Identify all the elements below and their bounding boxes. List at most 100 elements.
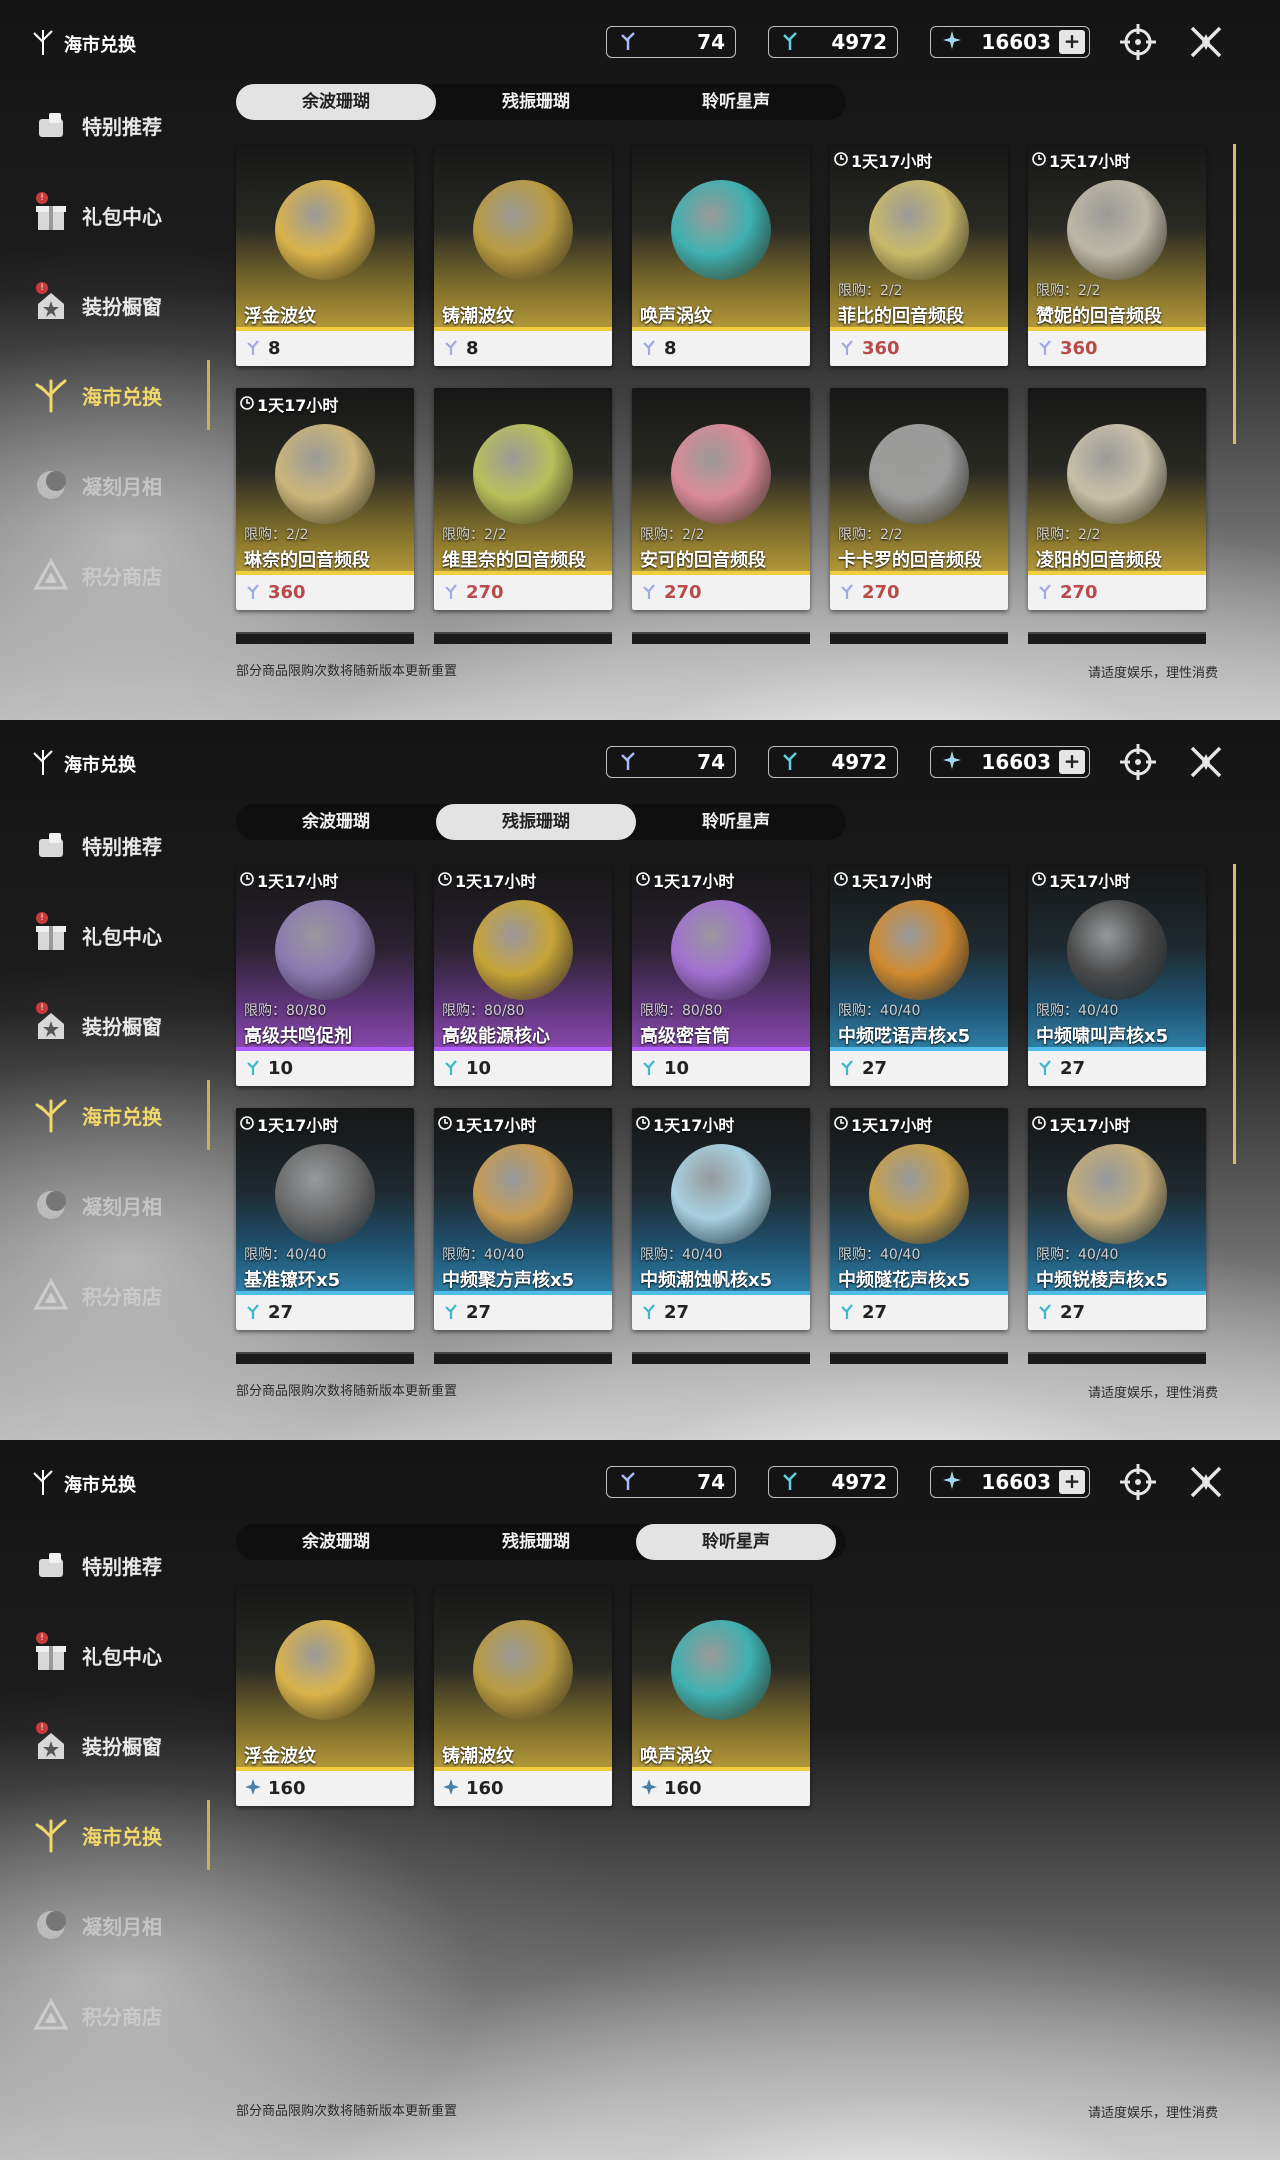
coral-icon <box>640 582 658 604</box>
currency-star-sound[interactable]: 16603 + <box>930 26 1090 58</box>
close-icon[interactable] <box>1186 742 1226 782</box>
item-name: 赞妮的回音频段 <box>1036 306 1162 327</box>
add-currency-button[interactable]: + <box>1059 1470 1085 1494</box>
shop-item-card[interactable]: 1天17小时 限购：40/40 基准镣环x5 27 <box>236 1108 414 1330</box>
next-row-card[interactable] <box>434 1352 612 1364</box>
shop-item-card[interactable]: 1天17小时 限购：40/40 中频聚方声核x5 27 <box>434 1108 612 1330</box>
shop-item-card[interactable]: 1天17小时 限购：2/2 赞妮的回音频段 360 <box>1028 144 1206 366</box>
shop-item-card[interactable]: 铸潮波纹 8 <box>434 144 612 366</box>
next-row-card[interactable] <box>1028 1352 1206 1364</box>
price-bar: 8 <box>434 331 612 366</box>
add-currency-button[interactable]: + <box>1059 750 1085 774</box>
sidebar-item-market-exchange[interactable]: 海市兑换 <box>0 1070 210 1160</box>
shop-item-card[interactable]: 1天17小时 限购：40/40 中频呓语声核x5 27 <box>830 864 1008 1086</box>
timer-text: 1天17小时 <box>1049 1116 1131 1135</box>
currency-amount: 4972 <box>831 1470 887 1494</box>
shop-item-card[interactable]: 限购：2/2 凌阳的回音频段 270 <box>1028 388 1206 610</box>
shop-item-card[interactable]: 1天17小时 限购：2/2 菲比的回音频段 360 <box>830 144 1008 366</box>
currency-afterglow-coral[interactable]: 74 <box>606 26 736 58</box>
sidebar-item-outfit[interactable]: ! 装扮橱窗 <box>0 260 210 350</box>
price-bar: 360 <box>830 331 1008 366</box>
sidebar-item-special[interactable]: 特别推荐 <box>0 800 210 890</box>
price-bar: 27 <box>434 1295 612 1330</box>
next-row-card[interactable] <box>434 632 612 644</box>
shop-item-card[interactable]: 限购：2/2 维里奈的回音频段 270 <box>434 388 612 610</box>
target-compass-icon[interactable] <box>1118 22 1158 62</box>
sidebar-item-gift-center[interactable]: ! 礼包中心 <box>0 1610 210 1700</box>
tab-star-sound[interactable]: 聆听星声 <box>636 804 836 840</box>
sidebar-item-gift-center[interactable]: ! 礼包中心 <box>0 890 210 980</box>
timer-text: 1天17小时 <box>257 1116 339 1135</box>
shop-item-card[interactable]: 铸潮波纹 160 <box>434 1584 612 1806</box>
tab-oscillated-coral[interactable]: 残振珊瑚 <box>436 84 636 120</box>
sidebar-item-special[interactable]: 特别推荐 <box>0 80 210 170</box>
item-image <box>671 1620 771 1720</box>
next-row-card[interactable] <box>632 1352 810 1364</box>
shop-item-card[interactable]: 1天17小时 限购：80/80 高级共鸣促剂 10 <box>236 864 414 1086</box>
item-price: 10 <box>466 1058 492 1079</box>
tab-star-sound[interactable]: 聆听星声 <box>636 84 836 120</box>
tab-afterglow-coral[interactable]: 余波珊瑚 <box>236 1524 436 1560</box>
tab-oscillated-coral[interactable]: 残振珊瑚 <box>436 1524 636 1560</box>
shop-item-card[interactable]: 限购：2/2 安可的回音频段 270 <box>632 388 810 610</box>
add-currency-button[interactable]: + <box>1059 30 1085 54</box>
next-row-card[interactable] <box>830 1352 1008 1364</box>
next-row-card[interactable] <box>1028 632 1206 644</box>
clock-icon <box>240 1115 254 1134</box>
currency-oscillated-coral[interactable]: 4972 <box>768 26 898 58</box>
price-bar: 160 <box>236 1771 414 1806</box>
sidebar-item-moon-phase[interactable]: 凝刻月相 <box>0 1880 210 1970</box>
gift-hand-icon <box>30 824 72 866</box>
currency-afterglow-coral[interactable]: 74 <box>606 746 736 778</box>
shop-item-card[interactable]: 1天17小时 限购：2/2 琳奈的回音频段 360 <box>236 388 414 610</box>
target-compass-icon[interactable] <box>1118 1462 1158 1502</box>
sidebar-item-moon-phase[interactable]: 凝刻月相 <box>0 440 210 530</box>
item-price: 8 <box>664 338 677 359</box>
sidebar-item-outfit[interactable]: ! 装扮橱窗 <box>0 1700 210 1790</box>
currency-oscillated-coral[interactable]: 4972 <box>768 1466 898 1498</box>
tab-afterglow-coral[interactable]: 余波珊瑚 <box>236 804 436 840</box>
sidebar-item-gift-center[interactable]: ! 礼包中心 <box>0 170 210 260</box>
target-compass-icon[interactable] <box>1118 742 1158 782</box>
sidebar-item-points-shop[interactable]: 积分商店 <box>0 1250 210 1340</box>
price-bar: 160 <box>632 1771 810 1806</box>
sidebar-item-moon-phase[interactable]: 凝刻月相 <box>0 1160 210 1250</box>
currency-star-sound[interactable]: 16603 + <box>930 746 1090 778</box>
coral-icon <box>838 582 856 604</box>
currency-afterglow-coral[interactable]: 74 <box>606 1466 736 1498</box>
shop-item-card[interactable]: 1天17小时 限购：40/40 中频隧花声核x5 27 <box>830 1108 1008 1330</box>
shop-item-card[interactable]: 浮金波纹 8 <box>236 144 414 366</box>
time-remaining: 1天17小时 <box>636 1112 734 1136</box>
shop-item-card[interactable]: 唤声涡纹 8 <box>632 144 810 366</box>
tab-afterglow-coral[interactable]: 余波珊瑚 <box>236 84 436 120</box>
currency-star-sound[interactable]: 16603 + <box>930 1466 1090 1498</box>
tab-oscillated-coral[interactable]: 残振珊瑚 <box>436 804 636 840</box>
sidebar-item-label: 礼包中心 <box>82 1644 162 1669</box>
tab-star-sound[interactable]: 聆听星声 <box>636 1524 836 1560</box>
sidebar-item-special[interactable]: 特别推荐 <box>0 1520 210 1610</box>
shop-item-card[interactable]: 1天17小时 限购：80/80 高级密音筒 10 <box>632 864 810 1086</box>
sidebar-item-market-exchange[interactable]: 海市兑换 <box>0 1790 210 1880</box>
close-icon[interactable] <box>1186 1462 1226 1502</box>
item-image <box>1067 900 1167 1000</box>
shop-item-card[interactable]: 浮金波纹 160 <box>236 1584 414 1806</box>
sidebar-item-outfit[interactable]: ! 装扮橱窗 <box>0 980 210 1070</box>
sidebar-item-market-exchange[interactable]: 海市兑换 <box>0 350 210 440</box>
next-row-card[interactable] <box>632 632 810 644</box>
scrollbar[interactable] <box>1233 864 1236 1164</box>
shop-item-card[interactable]: 1天17小时 限购：40/40 中频啸叫声核x5 27 <box>1028 864 1206 1086</box>
close-icon[interactable] <box>1186 22 1226 62</box>
sidebar-item-points-shop[interactable]: 积分商店 <box>0 530 210 620</box>
shop-item-card[interactable]: 1天17小时 限购：80/80 高级能源核心 10 <box>434 864 612 1086</box>
shop-item-card[interactable]: 限购：2/2 卡卡罗的回音频段 270 <box>830 388 1008 610</box>
next-row-card[interactable] <box>236 632 414 644</box>
scrollbar[interactable] <box>1233 144 1236 444</box>
next-row-card[interactable] <box>830 632 1008 644</box>
shop-item-card[interactable]: 1天17小时 限购：40/40 中频锐棱声核x5 27 <box>1028 1108 1206 1330</box>
clock-icon <box>834 1115 848 1134</box>
sidebar-item-points-shop[interactable]: 积分商店 <box>0 1970 210 2060</box>
currency-oscillated-coral[interactable]: 4972 <box>768 746 898 778</box>
next-row-card[interactable] <box>236 1352 414 1364</box>
shop-item-card[interactable]: 1天17小时 限购：40/40 中频潮蚀帆核x5 27 <box>632 1108 810 1330</box>
shop-item-card[interactable]: 唤声涡纹 160 <box>632 1584 810 1806</box>
